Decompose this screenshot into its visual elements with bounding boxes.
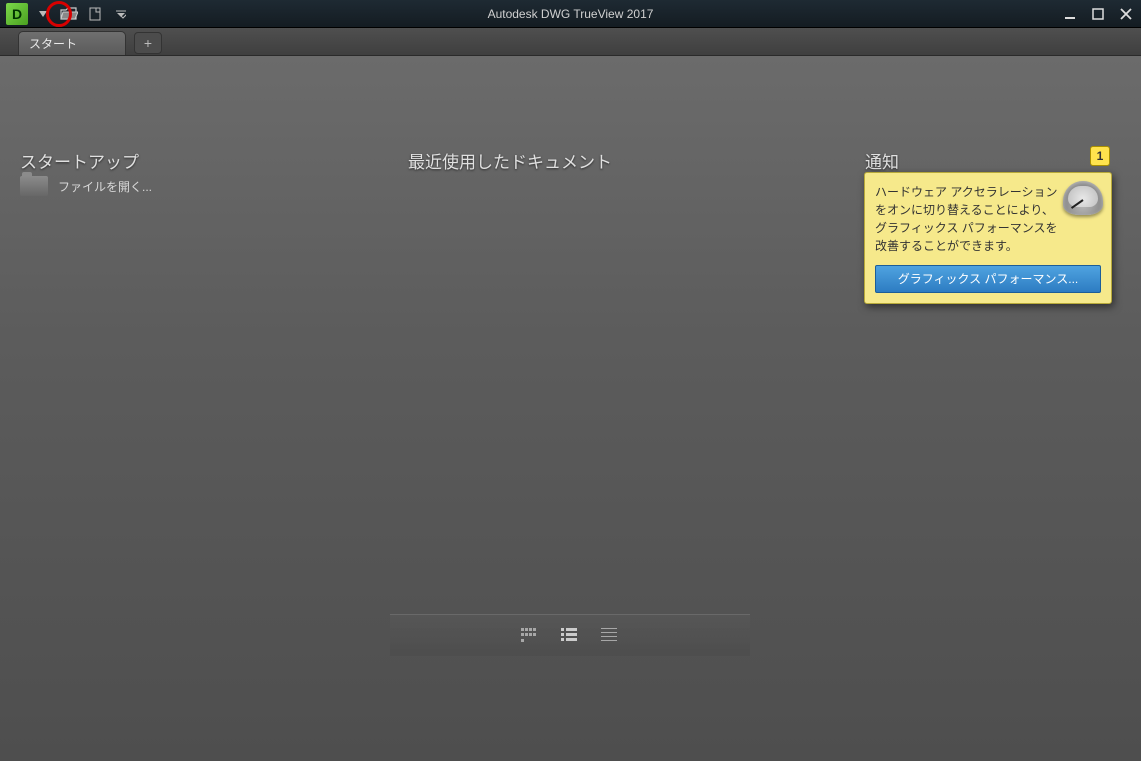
tab-start[interactable]: スタート bbox=[18, 31, 126, 55]
notifications-section-title: 通知 bbox=[865, 148, 899, 173]
app-menu-icon[interactable] bbox=[6, 3, 28, 25]
tab-strip: スタート + bbox=[0, 28, 1141, 56]
window-title: Autodesk DWG TrueView 2017 bbox=[0, 7, 1141, 21]
view-details-icon[interactable] bbox=[601, 628, 619, 644]
notify-button-label: グラフィックス パフォーマンス... bbox=[898, 272, 1079, 286]
qat-overflow-icon[interactable] bbox=[110, 4, 132, 24]
maximize-button[interactable] bbox=[1089, 5, 1107, 23]
open-file-icon[interactable] bbox=[58, 4, 80, 24]
folder-icon bbox=[20, 176, 48, 196]
qat-item-icon[interactable] bbox=[84, 4, 106, 24]
tab-label: スタート bbox=[29, 35, 77, 52]
close-button[interactable] bbox=[1117, 5, 1135, 23]
gauge-icon bbox=[1063, 181, 1103, 215]
new-tab-button[interactable]: + bbox=[134, 32, 162, 54]
notification-count-badge[interactable]: 1 bbox=[1090, 146, 1110, 166]
notification-card: ハードウェア アクセラレーションをオンに切り替えることにより、グラフィックス パ… bbox=[864, 172, 1112, 304]
view-mode-toolbar bbox=[390, 614, 750, 656]
start-page: スタートアップ ファイルを開く... 最近使用したドキュメント 通知 1 ハード… bbox=[0, 56, 1141, 761]
view-list-icon[interactable] bbox=[561, 628, 579, 644]
open-file-button[interactable]: ファイルを開く... bbox=[20, 176, 152, 196]
minimize-button[interactable] bbox=[1061, 5, 1079, 23]
badge-count: 1 bbox=[1097, 149, 1104, 163]
window-controls bbox=[1061, 0, 1135, 28]
quick-access-toolbar bbox=[0, 3, 132, 25]
graphics-performance-button[interactable]: グラフィックス パフォーマンス... bbox=[875, 265, 1101, 293]
qat-dropdown-icon[interactable] bbox=[32, 4, 54, 24]
title-bar: Autodesk DWG TrueView 2017 bbox=[0, 0, 1141, 28]
startup-section-title: スタートアップ bbox=[20, 148, 139, 173]
view-grid-icon[interactable] bbox=[521, 628, 539, 644]
recent-section-title: 最近使用したドキュメント bbox=[408, 148, 612, 173]
open-file-label: ファイルを開く... bbox=[58, 178, 152, 195]
